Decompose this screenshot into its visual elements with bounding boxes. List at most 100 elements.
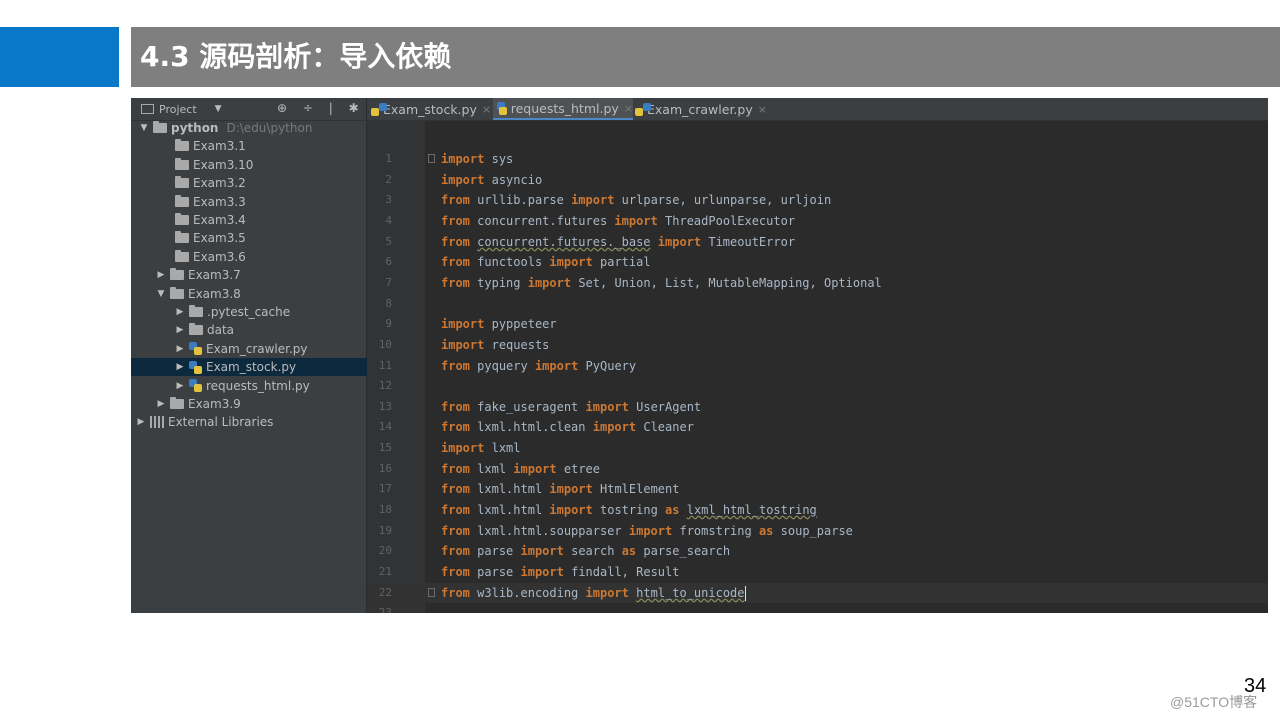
close-icon[interactable]: × [758, 103, 767, 116]
folder-icon [189, 323, 203, 336]
expand-right-icon[interactable]: ▶ [175, 307, 185, 317]
tree-item-label: requests_html.py [206, 378, 310, 393]
tree-item-label: Exam_crawler.py [206, 341, 308, 356]
tree-item-label: Exam3.4 [193, 213, 246, 227]
code-line: 11 from pyquery import PyQuery [367, 356, 1268, 376]
code-token: ThreadPoolExecutor [665, 213, 796, 228]
tree-item[interactable]: Exam3.4 [131, 211, 406, 229]
code-line: 6 from functools import partial [367, 252, 1268, 272]
close-icon[interactable]: × [482, 103, 491, 116]
code-token: search [571, 544, 615, 559]
code-text: from parse import search as parse_search [441, 541, 730, 561]
code-keyword: import [441, 337, 485, 352]
code-line: 14 from lxml.html.clean import Cleaner [367, 417, 1268, 437]
code-line: 20 from parse import search as parse_sear… [367, 541, 1268, 561]
tree-item[interactable]: Exam3.3 [131, 193, 406, 211]
editor-tab[interactable]: Exam_stock.py × [371, 98, 491, 120]
tree-item[interactable]: ▼ Exam3.8 [131, 285, 391, 303]
code-keyword: from [441, 461, 470, 476]
code-line: 16 from lxml import etree [367, 459, 1268, 479]
folder-icon [153, 121, 167, 133]
code-keyword: as [758, 523, 774, 538]
code-text: from concurrent.futures._base import Tim… [441, 232, 795, 252]
tree-item[interactable]: Exam3.1 [131, 137, 406, 155]
ide-window: Project ▼ ⊕ ÷ | ✱ | ⊢ ▼ python D:\edu\pyth… [131, 98, 1268, 613]
expand-right-icon[interactable]: ▶ [175, 381, 185, 391]
code-keyword: from [441, 255, 470, 270]
code-token: TimeoutError [708, 234, 796, 249]
code-keyword: from [441, 523, 470, 538]
folder-icon [170, 286, 184, 299]
code-token: lxml [477, 461, 507, 476]
tree-item-label: .pytest_cache [207, 305, 291, 319]
code-line: 1 import sys [367, 149, 1268, 169]
code-token: Cleaner [643, 420, 694, 435]
tree-item-label: Exam3.5 [193, 231, 246, 246]
expand-down-icon[interactable]: ▼ [139, 123, 149, 133]
line-number: 11 [378, 358, 392, 372]
slide-title: 4.3 源码剖析：导入依赖 [140, 40, 452, 73]
editor-tab[interactable]: requests_html.py × [493, 98, 633, 120]
code-token: typing [477, 275, 521, 290]
expand-right-icon[interactable]: ▶ [175, 325, 185, 335]
expand-right-icon[interactable]: ▶ [156, 270, 166, 280]
code-line: 18 from lxml.html import tostring as lxml… [367, 500, 1268, 520]
line-number: 16 [378, 461, 392, 475]
code-keyword: from [441, 275, 470, 290]
close-icon[interactable]: × [624, 102, 633, 115]
code-token: parse [477, 544, 514, 559]
fold-marker-icon[interactable] [428, 154, 435, 163]
tree-item[interactable]: ▶ External Libraries [131, 413, 371, 431]
code-keyword: import [441, 317, 485, 332]
chevron-down-icon[interactable]: ▼ [215, 104, 222, 114]
code-text: import pyppeteer [441, 314, 557, 334]
code-token: pyppeteer [491, 317, 557, 332]
tree-item[interactable]: Exam3.2 [131, 174, 406, 192]
expand-right-icon[interactable]: ▶ [156, 399, 166, 409]
line-number: 21 [378, 565, 392, 578]
line-number: 6 [385, 255, 392, 269]
tree-item[interactable]: Exam3.10 [131, 156, 406, 174]
line-number: 1 [385, 152, 392, 165]
tree-item[interactable]: ▶ Exam3.7 [131, 266, 391, 284]
expand-right-icon[interactable]: ▶ [175, 344, 185, 354]
code-token: urllib.parse [477, 193, 564, 208]
code-keyword: from [441, 544, 470, 559]
line-number: 18 [378, 503, 392, 517]
code-editor[interactable]: 1 import sys 2 import asyncio 3 from urllib.p… [367, 121, 1268, 613]
tree-item-label: Exam3.2 [193, 176, 246, 191]
code-text: from lxml.html import HtmlElement [441, 479, 679, 499]
folder-icon [175, 231, 189, 244]
code-token: lxml.html.clean [477, 420, 586, 435]
line-number: 8 [385, 296, 392, 310]
folder-icon [175, 157, 189, 170]
code-token: lxml.html [477, 503, 543, 518]
code-keyword: from [441, 565, 470, 579]
expand-right-icon[interactable]: ▶ [175, 362, 185, 372]
tree-item[interactable]: ▶ Exam3.9 [131, 395, 391, 413]
folder-icon [175, 249, 189, 262]
code-token: tostring [600, 503, 658, 518]
fold-marker-icon[interactable] [428, 587, 435, 597]
tree-item[interactable]: Exam3.5 [131, 229, 406, 247]
code-token: concurrent.futures [477, 213, 608, 228]
project-icon [141, 104, 154, 114]
code-token: lxml_html_tostring [686, 503, 817, 518]
tree-item-label: Exam3.9 [188, 397, 241, 411]
code-text: from lxml.html.soupparser import fromstr… [441, 521, 853, 541]
code-token: findall, Result [571, 565, 680, 579]
editor-tab[interactable]: Exam_crawler.py × [635, 98, 767, 120]
tree-item[interactable]: ▼ python D:\edu\python [131, 119, 374, 137]
python-file-icon [189, 379, 202, 393]
tree-item-label: Exam_stock.py [206, 360, 297, 375]
code-keyword: import [585, 585, 629, 600]
line-number: 22 [378, 585, 392, 599]
line-number: 3 [385, 193, 392, 207]
tree-item[interactable]: Exam3.6 [131, 248, 406, 266]
expand-down-icon[interactable]: ▼ [156, 289, 166, 299]
code-text: from fake_useragent import UserAgent [441, 397, 701, 417]
expand-right-icon[interactable]: ▶ [136, 417, 146, 427]
code-line: 17 from lxml.html import HtmlElement [367, 479, 1268, 499]
code-text: from typing import Set, Union, List, Mut… [441, 273, 882, 293]
code-text: import sys [441, 149, 513, 169]
